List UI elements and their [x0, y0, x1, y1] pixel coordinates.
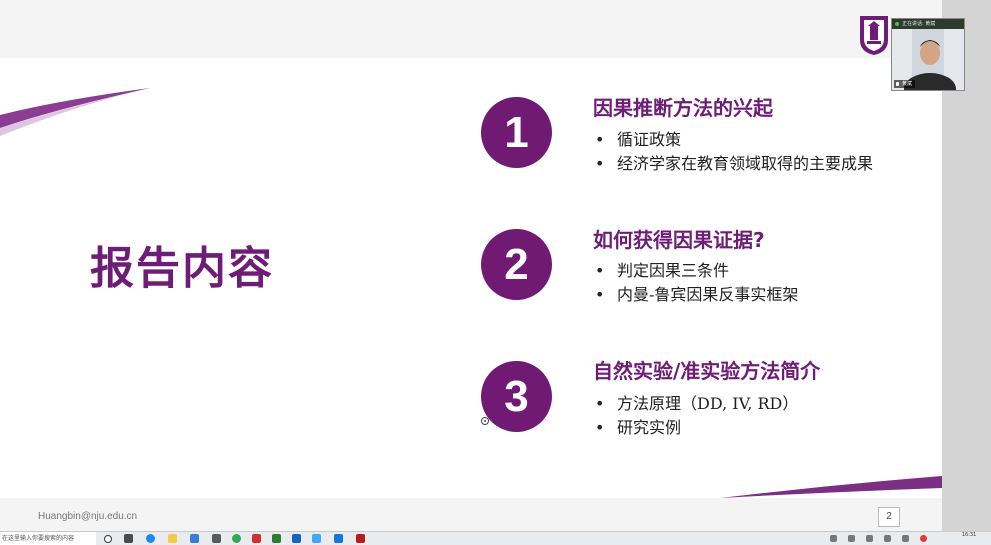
file-explorer-icon[interactable] — [168, 534, 177, 543]
section-heading-3: 自然实验/准实验方法简介 — [593, 359, 821, 383]
edge-browser-icon[interactable] — [146, 534, 155, 543]
tray-icon[interactable] — [830, 535, 837, 542]
search-circle-icon[interactable] — [104, 535, 112, 543]
taskbar-clock[interactable]: 16:31 — [954, 532, 984, 538]
meeting-app-icon[interactable] — [334, 534, 343, 543]
app-red-icon[interactable] — [252, 534, 261, 543]
taskbar-search-input[interactable]: 在这里输入你要搜索的内容 — [0, 532, 96, 545]
taskbar: 在这里输入你要搜索的内容 16:31 — [0, 531, 991, 545]
app-blue-icon[interactable] — [312, 534, 321, 543]
slide: 报告内容 1 因果推断方法的兴起 • 循证政策 • 经济学家在教育领域取得的主要成果… — [0, 0, 942, 531]
section-bullets-1: • 循证政策 • 经济学家在教育领域取得的主要成果 — [595, 128, 873, 176]
tray-icon[interactable] — [848, 535, 855, 542]
section-number-1: 1 — [481, 97, 552, 168]
bullet-item: • 内曼-鲁宾因果反事实框架 — [595, 285, 799, 304]
speaking-indicator-icon — [895, 22, 899, 26]
video-header: 正在讲话: 黄斌 — [892, 19, 964, 29]
section-number-3: 3 — [481, 361, 552, 432]
section-bullets-3: • 方法原理（DD, IV, RD） • 研究实例 — [595, 392, 798, 440]
mouse-cursor-icon — [481, 417, 489, 425]
app-green-icon[interactable] — [272, 534, 281, 543]
pdf-reader-icon[interactable] — [356, 534, 365, 543]
slide-title: 报告内容 — [90, 243, 274, 294]
tray-icon[interactable] — [866, 535, 873, 542]
university-logo-icon — [860, 16, 888, 55]
volume-icon[interactable] — [902, 535, 909, 542]
bullet-item: • 研究实例 — [595, 418, 682, 437]
section-heading-1: 因果推断方法的兴起 — [593, 96, 773, 120]
app-icon[interactable] — [212, 534, 221, 543]
section-heading-2: 如何获得因果证据? — [593, 228, 765, 252]
notification-icon[interactable] — [920, 535, 927, 542]
chrome-icon[interactable] — [232, 534, 241, 543]
task-view-icon[interactable] — [124, 534, 133, 543]
word-icon[interactable] — [292, 534, 301, 543]
footer-email: Huangbin@nju.edu.cn — [38, 511, 138, 522]
page-number: 2 — [878, 507, 900, 527]
bullet-item: • 循证政策 — [595, 130, 682, 149]
bullet-item: • 方法原理（DD, IV, RD） — [595, 394, 799, 413]
section-number-2: 2 — [481, 229, 552, 300]
network-icon[interactable] — [884, 535, 891, 542]
bullet-item: • 经济学家在教育领域取得的主要成果 — [595, 154, 874, 173]
store-icon[interactable] — [190, 534, 199, 543]
section-bullets-2: • 判定因果三条件 • 内曼-鲁宾因果反事实框架 — [595, 259, 798, 307]
bullet-item: • 判定因果三条件 — [595, 261, 730, 280]
speaker-video-window[interactable]: 正在讲话: 黄斌 黄斌 — [891, 18, 965, 91]
speaker-name-tag: 黄斌 — [894, 80, 916, 88]
mic-icon — [896, 82, 899, 86]
